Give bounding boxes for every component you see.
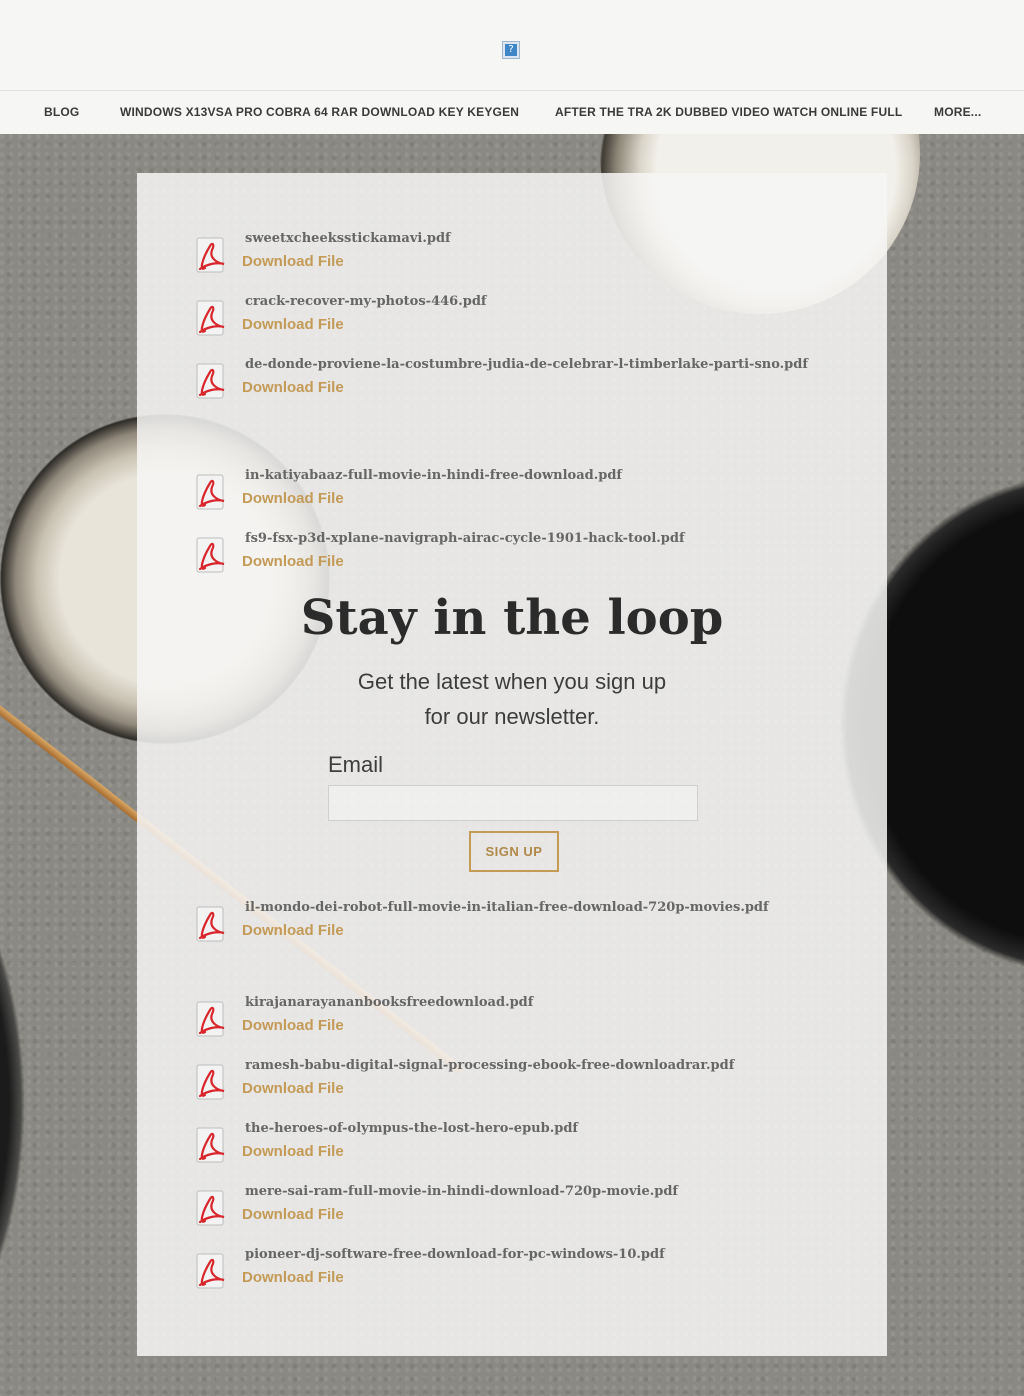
download-file-link[interactable]: Download File: [242, 253, 344, 270]
sign-up-button[interactable]: SIGN UP: [469, 831, 559, 872]
email-field[interactable]: [328, 785, 698, 821]
nav-item-more[interactable]: MORE...: [934, 91, 981, 134]
newsletter-subtitle-line: for our newsletter.: [424, 704, 600, 729]
download-file-link[interactable]: Download File: [242, 922, 344, 939]
pdf-file-icon: [196, 1001, 225, 1037]
site-header: ?: [0, 0, 1024, 90]
file-entry: ramesh-babu-digital-signal-processing-eb…: [193, 1058, 813, 1116]
pdf-file-icon: [196, 237, 225, 273]
file-entry: sweetxcheeksstickamavi.pdf Download File: [193, 231, 813, 289]
download-file-link[interactable]: Download File: [242, 1206, 344, 1223]
download-file-link[interactable]: Download File: [242, 316, 344, 333]
file-name: fs9-fsx-p3d-xplane-navigraph-airac-cycle…: [245, 531, 685, 546]
email-label: Email: [328, 752, 384, 777]
download-file-link[interactable]: Download File: [242, 1143, 344, 1160]
file-entry: crack-recover-my-photos-446.pdf Download…: [193, 294, 813, 352]
file-name: crack-recover-my-photos-446.pdf: [245, 294, 487, 309]
download-file-link[interactable]: Download File: [242, 490, 344, 507]
nav-item-windows-keygen[interactable]: WINDOWS X13VSA PRO COBRA 64 RAR DOWNLOAD…: [120, 91, 519, 134]
file-entry: mere-sai-ram-full-movie-in-hindi-downloa…: [193, 1184, 813, 1242]
newsletter-title: Stay in the loop: [300, 590, 724, 646]
file-entry: fs9-fsx-p3d-xplane-navigraph-airac-cycle…: [193, 531, 813, 589]
file-name: the-heroes-of-olympus-the-lost-hero-epub…: [245, 1121, 579, 1136]
file-name: mere-sai-ram-full-movie-in-hindi-downloa…: [245, 1184, 679, 1199]
logo-glyph: ?: [505, 44, 517, 56]
file-entry: the-heroes-of-olympus-the-lost-hero-epub…: [193, 1121, 813, 1179]
file-name: ramesh-babu-digital-signal-processing-eb…: [245, 1058, 735, 1073]
broken-image-icon[interactable]: ?: [502, 41, 520, 59]
file-entry: in-katiyabaaz-full-movie-in-hindi-free-d…: [193, 468, 813, 526]
file-entry: kirajanarayananbooksfreedownload.pdf Dow…: [193, 995, 813, 1053]
download-file-link[interactable]: Download File: [242, 1017, 344, 1034]
nav-item-after-the-tra[interactable]: AFTER THE TRA 2K DUBBED VIDEO WATCH ONLI…: [555, 91, 902, 134]
pdf-file-icon: [196, 1064, 225, 1100]
file-name: il-mondo-dei-robot-full-movie-in-italian…: [245, 900, 769, 915]
file-name: kirajanarayananbooksfreedownload.pdf: [245, 995, 534, 1010]
pdf-file-icon: [196, 1253, 225, 1289]
pdf-file-icon: [196, 363, 225, 399]
download-file-link[interactable]: Download File: [242, 1080, 344, 1097]
download-file-link[interactable]: Download File: [242, 1269, 344, 1286]
newsletter-subtitle-line: Get the latest when you sign up: [357, 669, 667, 694]
pdf-file-icon: [196, 1190, 225, 1226]
pdf-file-icon: [196, 300, 225, 336]
file-name: sweetxcheeksstickamavi.pdf: [245, 231, 451, 246]
download-file-link[interactable]: Download File: [242, 553, 344, 570]
pdf-file-icon: [196, 537, 225, 573]
pdf-file-icon: [196, 906, 225, 942]
file-name: de-donde-proviene-la-costumbre-judia-de-…: [245, 357, 808, 372]
background-bowl: [0, 824, 30, 1384]
file-name: in-katiyabaaz-full-movie-in-hindi-free-d…: [245, 468, 623, 483]
download-file-link[interactable]: Download File: [242, 379, 344, 396]
nav-item-blog[interactable]: BLOG: [44, 91, 79, 134]
file-entry: il-mondo-dei-robot-full-movie-in-italian…: [193, 900, 813, 958]
pdf-file-icon: [196, 1127, 225, 1163]
file-entry: pioneer-dj-software-free-download-for-pc…: [193, 1247, 813, 1305]
file-name: pioneer-dj-software-free-download-for-pc…: [245, 1247, 665, 1262]
file-entry: de-donde-proviene-la-costumbre-judia-de-…: [193, 357, 813, 415]
pdf-file-icon: [196, 474, 225, 510]
main-navigation: BLOG WINDOWS X13VSA PRO COBRA 64 RAR DOW…: [0, 90, 1024, 134]
newsletter-subtitle: Get the latest when you sign up for our …: [137, 664, 887, 734]
